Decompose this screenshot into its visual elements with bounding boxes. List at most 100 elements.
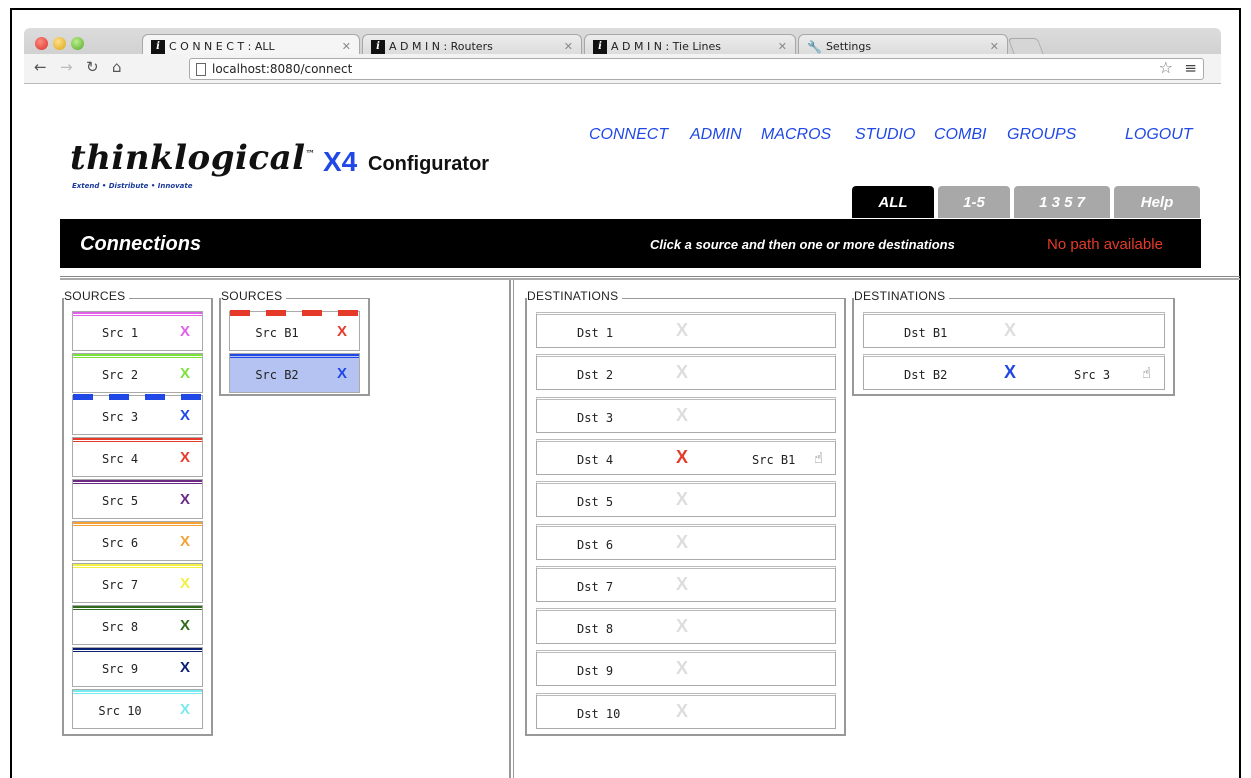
nav-studio[interactable]: STUDIO bbox=[855, 126, 915, 144]
source-row[interactable]: Src B2 X bbox=[229, 353, 360, 393]
close-icon[interactable]: ✕ bbox=[990, 40, 999, 53]
thinklogical-favicon-icon: i bbox=[371, 39, 385, 54]
disconnect-x-icon[interactable]: X bbox=[180, 533, 190, 550]
destinations-b-group: DESTINATIONS Dst B1 X Dst B2 X Src 3 ☝ bbox=[852, 289, 1175, 396]
source-row[interactable]: Src B1 X bbox=[229, 310, 360, 351]
back-arrow-icon[interactable]: ← bbox=[34, 58, 47, 76]
source-row[interactable]: Src 5 X bbox=[72, 479, 203, 519]
destination-label: Dst B2 bbox=[904, 368, 948, 383]
nav-connect[interactable]: CONNECT bbox=[589, 126, 668, 144]
source-row[interactable]: Src 10 X bbox=[72, 689, 203, 729]
source-color-stripe bbox=[73, 648, 202, 652]
destination-row[interactable]: Dst 7 X bbox=[536, 565, 836, 602]
status-message: No path available bbox=[1047, 236, 1163, 253]
nav-groups[interactable]: GROUPS bbox=[1007, 126, 1076, 144]
disconnect-x-icon[interactable]: X bbox=[676, 701, 688, 722]
destinations-group: DESTINATIONS Dst 1 X Dst 2 X Dst 3 X Dst 4 X Src… bbox=[525, 289, 846, 736]
tab-label: C O N N E C T : ALL bbox=[169, 40, 275, 53]
source-color-stripe bbox=[73, 438, 202, 442]
disconnect-x-icon[interactable]: X bbox=[337, 365, 347, 382]
source-row[interactable]: Src 3 X bbox=[72, 394, 203, 435]
destination-label: Dst 8 bbox=[577, 622, 614, 637]
disconnect-x-icon[interactable]: X bbox=[180, 491, 190, 508]
close-window-button[interactable] bbox=[35, 37, 48, 50]
zoom-window-button[interactable] bbox=[71, 37, 84, 50]
disconnect-x-icon[interactable]: X bbox=[676, 574, 688, 595]
disconnect-x-icon[interactable]: X bbox=[676, 405, 688, 426]
disconnect-x-icon[interactable]: X bbox=[180, 323, 190, 340]
tab-1357[interactable]: 1 3 5 7 bbox=[1014, 186, 1110, 218]
reload-icon[interactable]: ↻ bbox=[86, 58, 99, 76]
source-color-stripe bbox=[73, 394, 202, 400]
disconnect-x-icon[interactable]: X bbox=[676, 616, 688, 637]
tab-label: Settings bbox=[825, 40, 872, 53]
destination-row[interactable]: Dst B2 X Src 3 ☝ bbox=[863, 354, 1165, 391]
nav-admin[interactable]: ADMIN bbox=[690, 126, 742, 144]
product-suffix: Configurator bbox=[368, 153, 490, 175]
close-icon[interactable]: ✕ bbox=[778, 40, 787, 53]
nav-combi[interactable]: COMBI bbox=[934, 126, 986, 144]
disconnect-x-icon[interactable]: X bbox=[180, 659, 190, 676]
destination-row[interactable]: Dst 8 X bbox=[536, 608, 836, 645]
disconnect-x-icon[interactable]: X bbox=[676, 447, 688, 468]
home-icon[interactable]: ⌂ bbox=[112, 58, 122, 76]
disconnect-x-icon[interactable]: X bbox=[676, 658, 688, 679]
source-row[interactable]: Src 1 X bbox=[72, 311, 203, 351]
group-legend: DESTINATIONS bbox=[854, 289, 950, 303]
close-icon[interactable]: ✕ bbox=[342, 40, 351, 53]
destination-row[interactable]: Dst 1 X bbox=[536, 312, 836, 348]
source-row[interactable]: Src 2 X bbox=[72, 353, 203, 393]
source-row[interactable]: Src 9 X bbox=[72, 647, 203, 687]
source-label: Src 4 bbox=[101, 452, 139, 466]
tab-help[interactable]: Help bbox=[1114, 186, 1200, 218]
address-bar[interactable]: localhost:8080/connect bbox=[189, 58, 1204, 80]
disconnect-x-icon[interactable]: X bbox=[337, 323, 347, 340]
disconnect-x-icon[interactable]: X bbox=[676, 532, 688, 553]
disconnect-x-icon[interactable]: X bbox=[180, 617, 190, 634]
nav-macros[interactable]: MACROS bbox=[761, 126, 831, 144]
tab-1-5[interactable]: 1-5 bbox=[938, 186, 1010, 218]
source-label: Src 5 bbox=[101, 494, 139, 508]
group-legend: SOURCES bbox=[221, 289, 287, 303]
source-row[interactable]: Src 6 X bbox=[72, 521, 203, 561]
disconnect-x-icon[interactable]: X bbox=[676, 362, 688, 383]
disconnect-x-icon[interactable]: X bbox=[180, 449, 190, 466]
disconnect-x-icon[interactable]: X bbox=[1004, 362, 1016, 383]
destination-row[interactable]: Dst 6 X bbox=[536, 523, 836, 560]
close-icon[interactable]: ✕ bbox=[564, 40, 573, 53]
group-legend: SOURCES bbox=[64, 289, 130, 303]
minimize-window-button[interactable] bbox=[53, 37, 66, 50]
source-label: Src 10 bbox=[98, 704, 142, 718]
thinklogical-logo: thinklogical™ bbox=[70, 138, 316, 178]
source-row[interactable]: Src 8 X bbox=[72, 605, 203, 645]
menu-icon[interactable]: ≡ bbox=[1184, 59, 1197, 77]
destination-label: Dst 5 bbox=[577, 495, 614, 510]
disconnect-x-icon[interactable]: X bbox=[180, 701, 190, 718]
disconnect-x-icon[interactable]: X bbox=[676, 489, 688, 510]
disconnect-x-icon[interactable]: X bbox=[1004, 320, 1016, 341]
destination-row[interactable]: Dst 3 X bbox=[536, 396, 836, 433]
disconnect-x-icon[interactable]: X bbox=[180, 407, 190, 424]
destination-row[interactable]: Dst 9 X bbox=[536, 650, 836, 687]
tab-all[interactable]: ALL bbox=[852, 186, 934, 218]
destination-row[interactable]: Dst 5 X bbox=[536, 481, 836, 518]
source-row[interactable]: Src 7 X bbox=[72, 563, 203, 603]
tab-label: A D M I N : Routers bbox=[389, 40, 493, 53]
forward-arrow-icon[interactable]: → bbox=[60, 58, 73, 76]
destination-row[interactable]: Dst 4 X Src B1 ☝ bbox=[536, 438, 836, 475]
destination-label: Dst 7 bbox=[577, 579, 614, 594]
disconnect-x-icon[interactable]: X bbox=[180, 575, 190, 592]
disconnect-x-icon[interactable]: X bbox=[180, 365, 190, 382]
lock-hand-icon[interactable]: ☝ bbox=[1142, 364, 1151, 382]
disconnect-x-icon[interactable]: X bbox=[676, 320, 688, 341]
destination-row[interactable]: Dst 2 X bbox=[536, 354, 836, 391]
lock-hand-icon[interactable]: ☝ bbox=[814, 449, 823, 467]
url-text: localhost:8080/connect bbox=[212, 62, 353, 76]
nav-logout[interactable]: LOGOUT bbox=[1125, 126, 1193, 144]
thinklogical-favicon-icon: i bbox=[593, 39, 607, 54]
destination-row[interactable]: Dst 10 X bbox=[536, 692, 836, 729]
destination-row[interactable]: Dst B1 X bbox=[863, 312, 1165, 348]
source-color-stripe bbox=[230, 310, 359, 316]
bookmark-star-icon[interactable]: ☆ bbox=[1159, 58, 1173, 77]
source-row[interactable]: Src 4 X bbox=[72, 437, 203, 477]
